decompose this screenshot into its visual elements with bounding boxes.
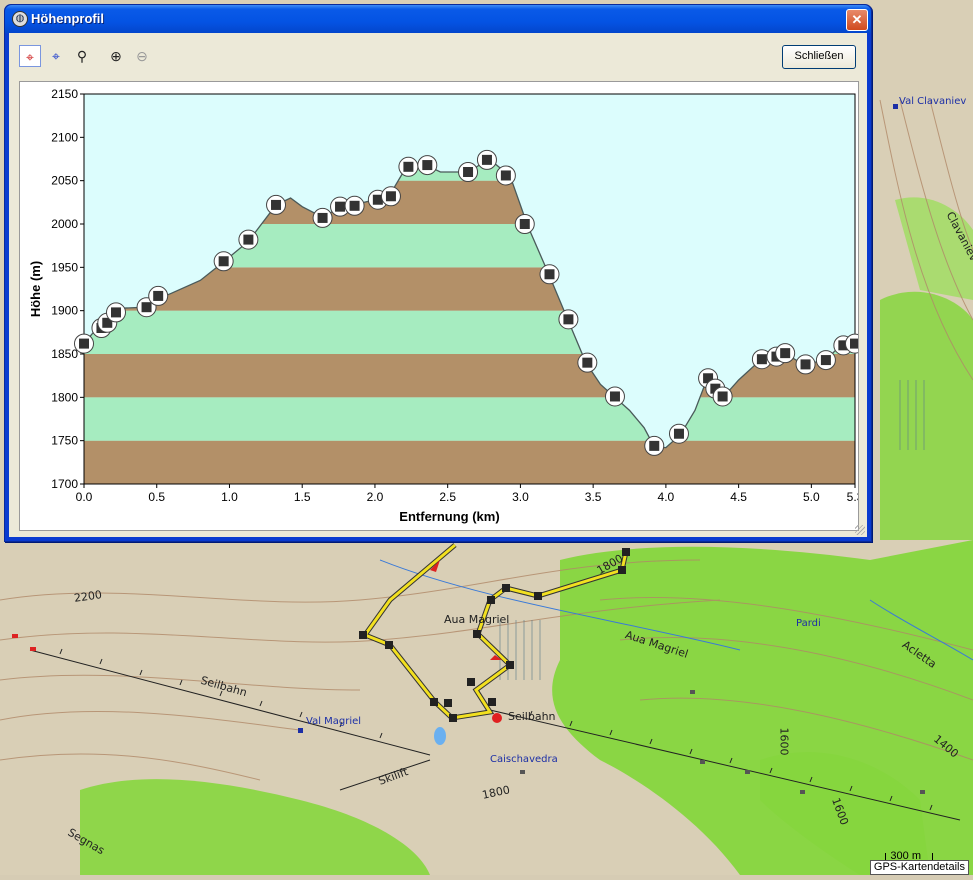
zoom-in-icon[interactable]: ⊕ bbox=[105, 45, 127, 67]
waypoint-square bbox=[463, 167, 474, 177]
toolbar-glyph: ⌖ bbox=[52, 48, 60, 64]
globe-icon: ◍ bbox=[12, 11, 28, 27]
waypoint-square bbox=[349, 200, 360, 211]
elevation-band bbox=[84, 440, 855, 484]
waypoint-square bbox=[111, 307, 122, 318]
close-button[interactable]: Schließen bbox=[782, 45, 856, 69]
title-bar[interactable]: ◍ Höhenprofil ✕ bbox=[5, 5, 871, 33]
x-tick-label: 3.0 bbox=[512, 490, 529, 504]
waypoint-square bbox=[481, 154, 492, 165]
y-tick-label: 2000 bbox=[51, 217, 78, 231]
waypoint-square bbox=[271, 199, 282, 210]
waypoint-square bbox=[609, 391, 620, 402]
toolbar-glyph: ⚲ bbox=[76, 48, 88, 64]
x-tick-label: 0.5 bbox=[148, 490, 165, 504]
waypoint-square bbox=[780, 348, 791, 359]
map-label-caischavedra: Caischavedra bbox=[490, 754, 558, 765]
x-tick-label: 5.3 bbox=[847, 490, 858, 504]
map-footer: GPS-Kartendetails bbox=[869, 860, 969, 875]
waypoint-square bbox=[756, 354, 767, 365]
waypoint-square bbox=[649, 440, 660, 451]
waypoint-square bbox=[243, 234, 254, 245]
target-red-icon[interactable]: ⌖ bbox=[19, 45, 41, 67]
x-tick-label: 0.0 bbox=[76, 490, 93, 504]
waypoint-square bbox=[422, 160, 433, 171]
waypoint-square bbox=[385, 191, 396, 202]
target-blue-icon[interactable]: ⌖ bbox=[45, 45, 67, 67]
window-title: Höhenprofil bbox=[31, 11, 104, 26]
y-tick-label: 2150 bbox=[51, 87, 78, 101]
x-tick-label: 1.0 bbox=[221, 490, 238, 504]
y-tick-label: 1800 bbox=[51, 390, 78, 404]
waypoint-square bbox=[820, 355, 831, 366]
y-tick-label: 1900 bbox=[51, 304, 78, 318]
x-tick-label: 1.5 bbox=[294, 490, 311, 504]
waypoint-square bbox=[673, 428, 684, 439]
map-label-seilbahn-east: Seilbahn bbox=[508, 710, 556, 723]
y-axis-label: Höhe (m) bbox=[28, 261, 43, 317]
waypoint-square bbox=[544, 269, 555, 280]
map-label-1600-a: 1600 bbox=[777, 727, 791, 756]
map-label-pardi: Pardi bbox=[796, 618, 821, 629]
waypoint-square bbox=[519, 219, 530, 229]
waypoint-square bbox=[850, 338, 858, 349]
waypoint-square bbox=[582, 357, 593, 368]
toolbar-glyph: ⌖ bbox=[26, 49, 34, 65]
x-tick-label: 4.5 bbox=[730, 490, 747, 504]
waypoint-square bbox=[800, 359, 811, 370]
resize-grip[interactable] bbox=[855, 525, 865, 535]
waypoint-square bbox=[717, 391, 728, 402]
waypoint-square bbox=[500, 170, 511, 181]
y-tick-label: 1950 bbox=[51, 260, 78, 274]
waypoint-square bbox=[218, 256, 229, 267]
map-label-aua-magriel-1: Aua Magriel bbox=[444, 613, 510, 626]
window-client-area: ⌖ ⌖ ⚲ ⊕ ⊖ Schließen 1700 1750 1800 1850 1900… bbox=[9, 33, 867, 537]
close-window-button[interactable]: ✕ bbox=[846, 9, 868, 31]
x-tick-label: 4.0 bbox=[658, 490, 675, 504]
x-axis-label: Entfernung (km) bbox=[399, 509, 499, 524]
toolbar-glyph: ⊖ bbox=[136, 48, 148, 64]
elevation-chart[interactable]: 1700 1750 1800 1850 1900 1950 2000 2050 2100 2150… bbox=[19, 81, 859, 531]
map-label-val-clavaniev: Val Clavaniev bbox=[899, 96, 967, 107]
y-tick-label: 1700 bbox=[51, 477, 78, 491]
x-tick-label: 2.0 bbox=[367, 490, 384, 504]
waypoint-square bbox=[403, 161, 414, 172]
y-tick-label: 1850 bbox=[51, 347, 78, 361]
elevation-profile-window: ◍ Höhenprofil ✕ ⌖ ⌖ ⚲ ⊕ ⊖ Schließen 1700… bbox=[4, 4, 872, 542]
waypoint-square bbox=[317, 212, 328, 223]
x-tick-label: 5.0 bbox=[803, 490, 820, 504]
zoom-out-icon[interactable]: ⊖ bbox=[131, 45, 153, 67]
waypoint-square bbox=[153, 290, 164, 301]
y-tick-label: 1750 bbox=[51, 434, 78, 448]
x-tick-label: 2.5 bbox=[439, 490, 456, 504]
y-tick-label: 2100 bbox=[51, 130, 78, 144]
map-label-val-magriel: Val Magriel bbox=[306, 716, 362, 727]
zoom-select-icon[interactable]: ⚲ bbox=[71, 45, 93, 67]
elevation-chart-svg[interactable]: 1700 1750 1800 1850 1900 1950 2000 2050 2100 2150… bbox=[20, 82, 858, 530]
toolbar-glyph: ⊕ bbox=[110, 48, 122, 64]
x-tick-label: 3.5 bbox=[585, 490, 602, 504]
waypoint-square bbox=[563, 314, 574, 325]
elevation-band bbox=[84, 397, 855, 441]
waypoint-square bbox=[79, 338, 89, 349]
waypoint-square bbox=[335, 201, 346, 212]
y-tick-label: 2050 bbox=[51, 174, 78, 188]
waypoint-square bbox=[141, 302, 152, 313]
